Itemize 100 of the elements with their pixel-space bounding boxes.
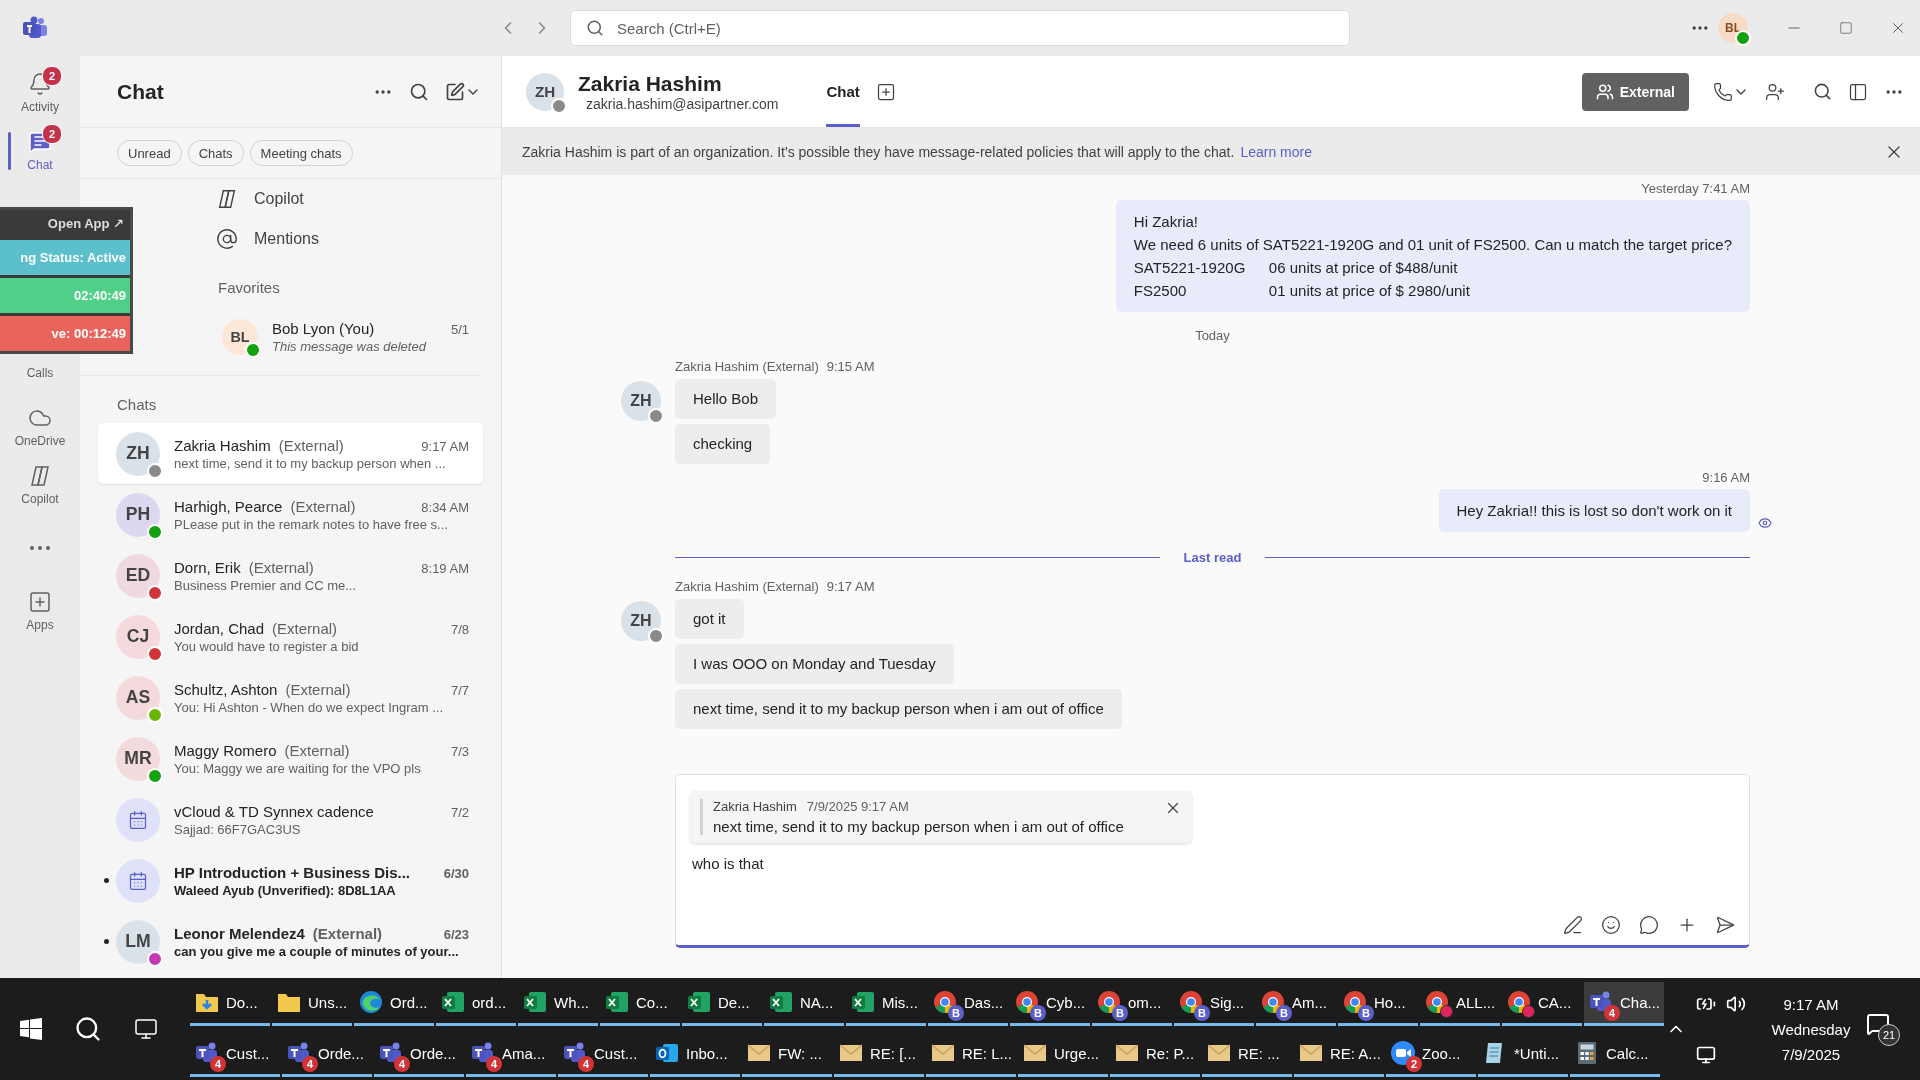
chat-list-item[interactable]: LM Leonor Melendez4 (External) 6/23 can you give me a couple of minutes of your... xyxy=(98,911,483,972)
taskbar-button[interactable]: Do... xyxy=(190,981,270,1026)
taskbar-button[interactable]: Ord... xyxy=(354,981,434,1026)
chat-list-item[interactable]: ZH Zakria Hashim (External) 9:17 AM next time, send it to my backup person when ... xyxy=(98,423,483,484)
taskbar-button[interactable]: RE: ... xyxy=(1202,1032,1292,1077)
chat-time: 8:34 AM xyxy=(421,499,469,515)
received-message: got it xyxy=(675,599,744,639)
message-preview: Sajjad: 66F7GAC3US xyxy=(174,821,302,837)
taskbar-button[interactable]: CA... xyxy=(1502,981,1582,1026)
message-time: 9:17 AM xyxy=(826,579,875,594)
taskbar-button[interactable]: 4 Ama... xyxy=(466,1032,556,1077)
taskbar-button[interactable]: B Das... xyxy=(928,981,1008,1026)
network-icon[interactable] xyxy=(1696,1044,1716,1065)
compose-box[interactable]: Zakria Hashim 7/9/2025 9:17 AM next time, send it to my backup person when i am out of office who is that xyxy=(675,774,1750,948)
emoji-icon[interactable] xyxy=(1601,915,1621,935)
rail-item[interactable]: 2 Activity xyxy=(0,64,80,122)
rail-label: OneDrive xyxy=(14,434,66,448)
contact-name: Dorn, Erik xyxy=(174,558,241,576)
rail-item[interactable]: Copilot xyxy=(0,456,80,514)
taskbar-button[interactable]: 4 Orde... xyxy=(282,1032,372,1077)
avatar-initials: ZH xyxy=(534,83,556,100)
received-message: Hello Bob xyxy=(675,379,777,419)
add-people-icon[interactable] xyxy=(1765,81,1785,102)
spreadsheet-icon xyxy=(768,989,794,1015)
taskbar-button[interactable]: 4 Cha... xyxy=(1584,981,1664,1026)
learn-more-link[interactable]: Learn more xyxy=(1240,143,1312,160)
filter-chip[interactable]: Unread xyxy=(117,140,182,166)
chat-list-item[interactable]: PH Harhigh, Pearce (External) 8:34 AM PLease put in the remark notes to have free s... xyxy=(98,484,483,545)
taskbar-button[interactable]: RE: L... xyxy=(926,1032,1016,1077)
add-tab-icon[interactable] xyxy=(875,81,896,102)
taskbar-button[interactable]: Uns... xyxy=(272,981,352,1026)
search-icon[interactable] xyxy=(1813,82,1832,101)
chat-list-item[interactable]: CJ Jordan, Chad (External) 7/8 You would have to register a bid xyxy=(98,606,483,667)
taskbar-button[interactable]: Calc... xyxy=(1570,1032,1660,1077)
taskbar-button[interactable]: B Ho... xyxy=(1338,981,1418,1026)
rail-item[interactable]: OneDrive xyxy=(0,398,80,456)
shortcut-item[interactable]: Copilot xyxy=(254,190,304,208)
task-view-icon[interactable] xyxy=(134,1017,158,1041)
taskbar-button[interactable]: B Sig... xyxy=(1174,981,1254,1026)
taskbar-button[interactable]: Inbo... xyxy=(650,1032,740,1077)
taskbar-button[interactable]: RE: A... xyxy=(1294,1032,1384,1077)
filter-chip[interactable]: Chats xyxy=(187,140,244,166)
avatar-initials: PH xyxy=(125,504,151,525)
chat-list-item[interactable]: HP Introduction + Business Dis... 6/30 Waleed Ayub (Unverified): 8D8L1AA xyxy=(98,850,483,911)
taskbar-button[interactable]: 4 Orde... xyxy=(374,1032,464,1077)
chat-list-item[interactable]: AS Schultz, Ashton (External) 7/7 You: Hi Ashton - When do we expect Ingram ... xyxy=(98,667,483,728)
search-field[interactable]: Search (Ctrl+E) xyxy=(570,10,1350,46)
teams-logo-icon xyxy=(22,16,48,40)
rail-item[interactable]: Calls xyxy=(0,358,80,388)
taskbar-button[interactable]: 4 Cust... xyxy=(558,1032,648,1077)
chat-list-item[interactable]: ED Dorn, Erik (External) 8:19 AM Business Premier and CC me... xyxy=(98,545,483,606)
taskbar-button[interactable]: Mis... xyxy=(846,981,926,1026)
notification-button[interactable]: 21 xyxy=(1866,1012,1900,1046)
clock[interactable]: 9:17 AM Wednesday 7/9/2025 xyxy=(1756,995,1866,1063)
phone-icon[interactable] xyxy=(1713,81,1733,102)
side-panel-icon[interactable] xyxy=(1848,81,1868,102)
external-tag: (External) xyxy=(248,558,314,576)
rail-item[interactable]: 2 Chat xyxy=(0,122,80,180)
filter-chip[interactable]: Meeting chats xyxy=(249,140,353,166)
chat-list-item[interactable]: BL Bob Lyon (You) 5/1 This message was deleted xyxy=(214,306,483,367)
sticker-icon[interactable] xyxy=(1639,915,1659,935)
avatar-initials: MR xyxy=(124,748,152,769)
format-icon[interactable] xyxy=(1563,915,1583,935)
taskbar-button[interactable]: 2 Zoo... xyxy=(1386,1032,1476,1077)
volume-icon[interactable] xyxy=(1726,993,1746,1014)
taskbar-button[interactable]: Re: P... xyxy=(1110,1032,1200,1077)
count-badge: B xyxy=(1030,1005,1046,1021)
taskbar-button[interactable]: FW: ... xyxy=(742,1032,832,1077)
taskbar-button[interactable]: Wh... xyxy=(518,981,598,1026)
windows-icon[interactable] xyxy=(20,1018,42,1040)
chat-time: 7/8 xyxy=(450,621,469,637)
user-avatar[interactable]: BL xyxy=(1718,13,1748,43)
open-app-link[interactable]: Open App ↗ xyxy=(0,210,130,237)
taskbar-button[interactable]: Urge... xyxy=(1018,1032,1108,1077)
chat-list-item[interactable]: MR Maggy Romero (External) 7/3 You: Maggy we are waiting for the VPO pls xyxy=(98,728,483,789)
new-chat-icon[interactable] xyxy=(445,81,465,102)
quote-time: 7/9/2025 9:17 AM xyxy=(806,799,909,814)
quote-text: next time, send it to my backup person when i am out of office xyxy=(713,818,1124,835)
taskbar-button[interactable]: ALL... xyxy=(1420,981,1500,1026)
sent-message: Hey Zakria!! this is lost so don't work on it xyxy=(1438,489,1750,532)
chat-list-item[interactable]: vCloud & TD Synnex cadence 7/2 Sajjad: 66F7GAC3US xyxy=(98,789,483,850)
rail-item[interactable]: Apps xyxy=(0,582,80,640)
taskbar-button[interactable]: NA... xyxy=(764,981,844,1026)
chat-time: 6/30 xyxy=(443,865,469,881)
taskbar-button[interactable]: Co... xyxy=(600,981,680,1026)
external-button[interactable]: External xyxy=(1581,72,1689,111)
taskbar-button[interactable]: B om... xyxy=(1092,981,1172,1026)
external-tag: (External) xyxy=(284,741,350,759)
taskbar-button[interactable]: B Am... xyxy=(1256,981,1336,1026)
send-icon[interactable] xyxy=(1715,915,1735,935)
search-icon[interactable] xyxy=(74,1015,102,1043)
shortcut-item[interactable]: Mentions xyxy=(254,230,319,248)
taskbar-button[interactable]: *Unti... xyxy=(1478,1032,1568,1077)
search-icon[interactable] xyxy=(409,81,429,102)
taskbar-button[interactable]: 4 Cust... xyxy=(190,1032,280,1077)
taskbar-button[interactable]: B Cyb... xyxy=(1010,981,1090,1026)
taskbar-button[interactable]: RE: [... xyxy=(834,1032,924,1077)
taskbar-button[interactable]: De... xyxy=(682,981,762,1026)
sender-name: Zakria Hashim (External) xyxy=(675,579,819,594)
taskbar-button[interactable]: ord... xyxy=(436,981,516,1026)
